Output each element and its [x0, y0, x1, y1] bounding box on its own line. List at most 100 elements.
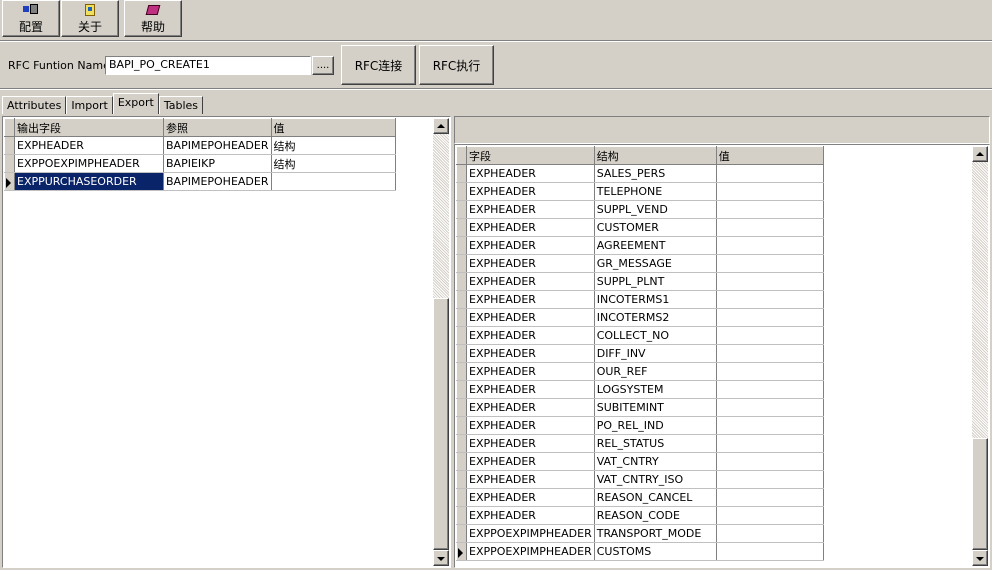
- field-cell[interactable]: EXPHEADER: [466, 200, 595, 219]
- field-cell[interactable]: EXPHEADER: [466, 470, 595, 489]
- struct-cell[interactable]: SUPPL_VEND: [594, 200, 717, 219]
- value-cell[interactable]: [716, 308, 824, 327]
- value-cell[interactable]: [271, 172, 396, 191]
- table-row[interactable]: EXPHEADER SALES_PERS: [456, 164, 824, 183]
- table-row[interactable]: EXPHEADER DIFF_INV: [456, 344, 824, 363]
- value-cell[interactable]: [716, 434, 824, 453]
- table-row[interactable]: EXPHEADER SUBITEMINT: [456, 398, 824, 417]
- structure-fields-grid[interactable]: 字段 结构 值 EXPHEADER SALES_PERS EXPHEADER TELE…: [454, 144, 990, 568]
- field-cell[interactable]: EXPHEADER: [14, 136, 164, 155]
- rfc-execute-button[interactable]: RFC执行: [419, 45, 494, 85]
- struct-cell[interactable]: AGREEMENT: [594, 236, 717, 255]
- ref-cell[interactable]: BAPIMEPOHEADER: [163, 172, 272, 191]
- struct-cell[interactable]: PO_REL_IND: [594, 416, 717, 435]
- struct-cell[interactable]: SUPPL_PLNT: [594, 272, 717, 291]
- struct-cell[interactable]: REASON_CANCEL: [594, 488, 717, 507]
- field-cell[interactable]: EXPHEADER: [466, 506, 595, 525]
- field-cell[interactable]: EXPHEADER: [466, 218, 595, 237]
- row-indicator[interactable]: [456, 542, 467, 561]
- field-cell[interactable]: EXPPOEXPIMPHEADER: [466, 524, 595, 543]
- field-cell[interactable]: EXPHEADER: [466, 488, 595, 507]
- column-header-value[interactable]: 值: [716, 146, 824, 165]
- table-row[interactable]: EXPPOEXPIMPHEADER BAPIEIKP 结构: [4, 154, 396, 173]
- ref-cell[interactable]: BAPIMEPOHEADER: [163, 136, 272, 155]
- field-cell[interactable]: EXPHEADER: [466, 272, 595, 291]
- column-header-ref[interactable]: 参照: [163, 118, 272, 137]
- row-indicator[interactable]: [456, 524, 467, 543]
- struct-cell[interactable]: LOGSYSTEM: [594, 380, 717, 399]
- value-cell[interactable]: [716, 254, 824, 273]
- value-cell[interactable]: [716, 182, 824, 201]
- row-indicator[interactable]: [4, 136, 15, 155]
- value-cell[interactable]: 结构: [271, 154, 396, 173]
- table-row[interactable]: EXPHEADER BAPIMEPOHEADER 结构: [4, 136, 396, 155]
- struct-cell[interactable]: TELEPHONE: [594, 182, 717, 201]
- table-row[interactable]: EXPHEADER SUPPL_VEND: [456, 200, 824, 219]
- tab-import[interactable]: Import: [66, 96, 113, 114]
- row-indicator[interactable]: [456, 326, 467, 345]
- rfc-connect-button[interactable]: RFC连接: [341, 45, 416, 85]
- struct-cell[interactable]: VAT_CNTRY: [594, 452, 717, 471]
- struct-cell[interactable]: INCOTERMS1: [594, 290, 717, 309]
- field-cell[interactable]: EXPHEADER: [466, 290, 595, 309]
- struct-cell[interactable]: SALES_PERS: [594, 164, 717, 183]
- struct-cell[interactable]: TRANSPORT_MODE: [594, 524, 717, 543]
- row-indicator[interactable]: [456, 398, 467, 417]
- row-indicator[interactable]: [456, 452, 467, 471]
- row-indicator[interactable]: [456, 200, 467, 219]
- table-row[interactable]: EXPHEADER OUR_REF: [456, 362, 824, 381]
- table-row[interactable]: EXPHEADER REL_STATUS: [456, 434, 824, 453]
- export-fields-grid[interactable]: 输出字段 参照 值 EXPHEADER BAPIMEPOHEADER 结构 EXPPO…: [2, 116, 451, 568]
- value-cell[interactable]: [716, 470, 824, 489]
- table-row[interactable]: EXPHEADER SUPPL_PLNT: [456, 272, 824, 291]
- field-cell[interactable]: EXPPOEXPIMPHEADER: [466, 542, 595, 561]
- field-cell[interactable]: EXPHEADER: [466, 380, 595, 399]
- value-cell[interactable]: [716, 524, 824, 543]
- field-cell[interactable]: EXPHEADER: [466, 434, 595, 453]
- row-indicator[interactable]: [456, 254, 467, 273]
- value-cell[interactable]: [716, 200, 824, 219]
- table-row[interactable]: EXPHEADER AGREEMENT: [456, 236, 824, 255]
- value-cell[interactable]: [716, 362, 824, 381]
- field-cell[interactable]: EXPHEADER: [466, 344, 595, 363]
- value-cell[interactable]: [716, 218, 824, 237]
- row-indicator[interactable]: [456, 380, 467, 399]
- browse-button[interactable]: ....: [312, 56, 334, 75]
- table-row[interactable]: EXPPOEXPIMPHEADER TRANSPORT_MODE: [456, 524, 824, 543]
- rfc-function-input[interactable]: BAPI_PO_CREATE1: [105, 56, 311, 75]
- struct-cell[interactable]: GR_MESSAGE: [594, 254, 717, 273]
- value-cell[interactable]: [716, 236, 824, 255]
- table-row[interactable]: EXPPURCHASEORDER BAPIMEPOHEADER: [4, 172, 396, 191]
- column-header-field[interactable]: 字段: [466, 146, 595, 165]
- row-indicator[interactable]: [4, 172, 15, 191]
- row-indicator[interactable]: [456, 290, 467, 309]
- table-row[interactable]: EXPHEADER LOGSYSTEM: [456, 380, 824, 399]
- value-cell[interactable]: [716, 416, 824, 435]
- value-cell[interactable]: [716, 326, 824, 345]
- value-cell[interactable]: [716, 344, 824, 363]
- row-indicator[interactable]: [456, 470, 467, 489]
- field-cell[interactable]: EXPHEADER: [466, 182, 595, 201]
- table-row[interactable]: EXPHEADER REASON_CANCEL: [456, 488, 824, 507]
- field-cell[interactable]: EXPHEADER: [466, 362, 595, 381]
- scroll-up-button[interactable]: [433, 118, 449, 134]
- scroll-thumb[interactable]: [433, 298, 449, 550]
- struct-cell[interactable]: VAT_CNTRY_ISO: [594, 470, 717, 489]
- row-indicator[interactable]: [4, 154, 15, 173]
- about-button[interactable]: 关于: [61, 0, 119, 37]
- table-row[interactable]: EXPHEADER INCOTERMS2: [456, 308, 824, 327]
- table-row[interactable]: EXPHEADER COLLECT_NO: [456, 326, 824, 345]
- field-cell[interactable]: EXPHEADER: [466, 164, 595, 183]
- struct-cell[interactable]: OUR_REF: [594, 362, 717, 381]
- scroll-thumb[interactable]: [972, 438, 988, 550]
- table-row[interactable]: EXPHEADER REASON_CODE: [456, 506, 824, 525]
- right-vertical-scrollbar[interactable]: [972, 146, 988, 566]
- row-indicator[interactable]: [456, 164, 467, 183]
- tab-export[interactable]: Export: [112, 93, 159, 114]
- value-cell[interactable]: [716, 452, 824, 471]
- field-cell[interactable]: EXPHEADER: [466, 398, 595, 417]
- column-header-struct[interactable]: 结构: [594, 146, 717, 165]
- struct-cell[interactable]: REL_STATUS: [594, 434, 717, 453]
- scroll-up-button[interactable]: [972, 146, 988, 162]
- tab-attributes[interactable]: Attributes: [2, 96, 67, 114]
